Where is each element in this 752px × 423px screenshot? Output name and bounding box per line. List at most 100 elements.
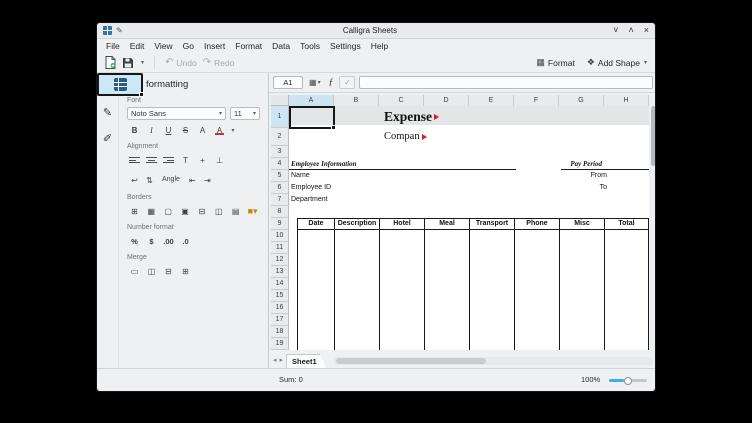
apply-formula-button[interactable]: ✓ [339,76,356,89]
row-header-11[interactable]: 11 [271,242,289,254]
row-header-17[interactable]: 17 [271,314,289,326]
menu-view[interactable]: View [149,39,177,53]
column-header-F[interactable]: F [514,95,559,106]
column-header-G[interactable]: G [559,95,604,106]
font-family-select[interactable]: Noto Sans ▾ [127,107,226,120]
cell-B19[interactable] [334,124,379,125]
menu-format[interactable]: Format [230,39,267,53]
merge-vertical-button[interactable]: ⊟ [161,264,176,278]
new-document-button[interactable] [105,56,116,69]
border-bottom-button[interactable]: ▤ [228,204,243,218]
row-header-10[interactable]: 10 [271,230,289,242]
row-header-12[interactable]: 12 [271,254,289,266]
indent-increase-button[interactable]: ⇥ [200,174,215,188]
superscript-button[interactable]: A [195,123,210,137]
column-header-B[interactable]: B [334,95,379,106]
row-header-3[interactable]: 3 [271,146,289,158]
shape-edit-tool-button[interactable]: ✐ [98,129,118,149]
column-header-C[interactable]: C [379,95,424,106]
function-button[interactable]: ƒ [327,76,336,89]
row-header-2[interactable]: 2 [271,128,289,146]
border-outline-button[interactable]: ▣ [178,204,193,218]
menu-help[interactable]: Help [366,39,393,53]
row-header-18[interactable]: 18 [271,326,289,338]
menu-tools[interactable]: Tools [295,39,325,53]
border-none-button[interactable]: ▢ [161,204,176,218]
border-all-button[interactable]: ⊞ [127,204,142,218]
percent-format-button[interactable]: % [127,234,142,248]
strikethrough-button[interactable]: S [178,123,193,137]
menu-settings[interactable]: Settings [325,39,366,53]
undo-button[interactable]: ↶ Undo [165,57,197,68]
align-left-icon[interactable] [127,153,142,167]
vertical-text-button[interactable]: ⇅ [142,174,157,188]
menu-go[interactable]: Go [178,39,199,53]
decrease-precision-button[interactable]: .0 [178,234,193,248]
font-size-select[interactable]: 11 ▾ [230,107,260,120]
horizontal-scrollbar-thumb[interactable] [335,358,486,364]
align-center-icon[interactable] [144,153,159,167]
border-vertical-button[interactable]: ◫ [211,204,226,218]
grid[interactable]: Expense Compan Employee Information Pay … [289,106,649,350]
merge-cells-button[interactable]: ▭ [127,264,142,278]
zoom-slider-handle[interactable] [624,376,632,385]
row-header-14[interactable]: 14 [271,278,289,290]
row-header-13[interactable]: 13 [271,266,289,278]
underline-button[interactable]: U [161,123,176,137]
cell-H19[interactable] [604,124,649,125]
merge-horizontal-button[interactable]: ◫ [144,264,159,278]
currency-format-button[interactable]: $ [144,234,159,248]
previous-sheet-button[interactable]: ◂ [273,356,277,366]
select-all-corner[interactable] [271,95,289,106]
menu-data[interactable]: Data [267,39,295,53]
sheet-subtitle-cell[interactable]: Compan [384,128,427,146]
sheet-tab[interactable]: Sheet1 [286,354,327,369]
italic-button[interactable]: I [144,123,159,137]
sheet-title-cell[interactable]: Expense [384,106,440,128]
row-header-4[interactable]: 4 [271,158,289,170]
bold-button[interactable]: B [127,123,142,137]
row-header-6[interactable]: 6 [271,182,289,194]
save-dropdown-icon[interactable]: ▾ [141,59,144,66]
row-header-5[interactable]: 5 [271,170,289,182]
column-header-D[interactable]: D [424,95,469,106]
name-label[interactable]: Name [291,170,310,182]
border-horizontal-button[interactable]: ⊟ [195,204,210,218]
valign-middle-button[interactable]: + [195,153,210,167]
horizontal-scrollbar[interactable] [333,357,653,365]
wrap-text-button[interactable]: ↩ [127,174,142,188]
indent-decrease-button[interactable]: ⇤ [185,174,200,188]
unmerge-button[interactable]: ⊞ [178,264,193,278]
maximize-button[interactable]: ˄ [628,26,633,35]
formula-input[interactable] [359,76,653,89]
format-button[interactable]: ▦ Format [536,57,574,68]
menu-insert[interactable]: Insert [199,39,230,53]
cell-E19[interactable] [469,124,514,125]
to-label[interactable]: To [557,182,607,194]
row-header-1[interactable]: 1 [271,106,289,128]
font-color-button[interactable]: A [212,123,227,137]
add-shape-button[interactable]: ❖ Add Shape ▾ [587,57,647,68]
selection-a1[interactable] [289,106,336,130]
calligraphy-tool-button[interactable]: ✎ [98,103,118,123]
border-color-button[interactable]: ■▾ [245,204,260,218]
increase-precision-button[interactable]: .00 [161,234,176,248]
redo-button[interactable]: ↷ Redo [203,57,235,68]
border-inner-button[interactable]: ▦ [144,204,159,218]
titlebar[interactable]: ✎ Calligra Sheets ˅ ˄ × [97,23,655,39]
zoom-slider[interactable] [609,376,647,385]
row-header-8[interactable]: 8 [271,206,289,218]
valign-bottom-button[interactable]: ⊥ [212,153,227,167]
menu-file[interactable]: File [101,39,125,53]
named-range-button[interactable]: ▦ ▾ [307,76,323,89]
close-button[interactable]: × [644,26,649,35]
column-header-E[interactable]: E [469,95,514,106]
from-label[interactable]: From [557,170,607,182]
save-button[interactable] [122,57,134,69]
row-header-9[interactable]: 9 [271,218,289,230]
employee-id-label[interactable]: Employee ID [291,182,331,194]
vertical-scrollbar[interactable] [650,95,655,350]
align-right-icon[interactable] [161,153,176,167]
row-header-7[interactable]: 7 [271,194,289,206]
cell-F19[interactable] [514,124,559,125]
